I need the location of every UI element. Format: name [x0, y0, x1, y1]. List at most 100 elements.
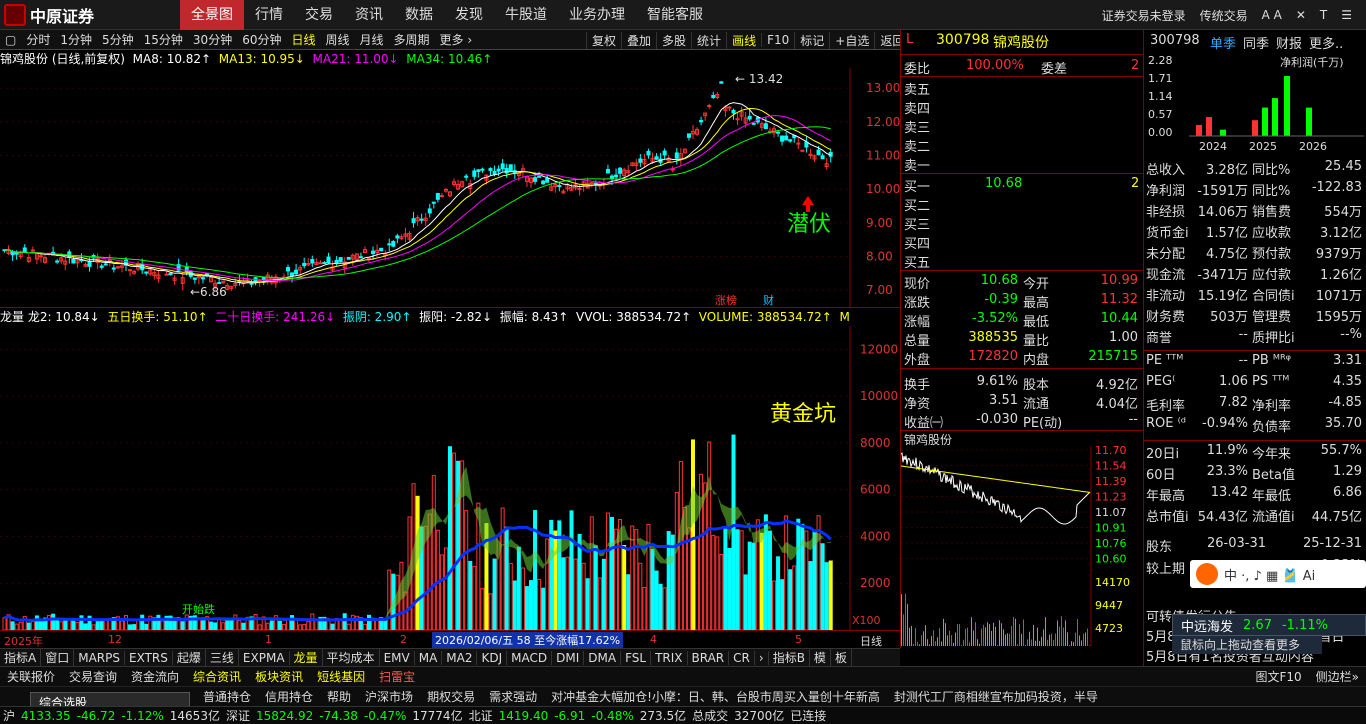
fin-tab-2[interactable]: 财报	[1276, 33, 1302, 52]
period-10[interactable]: 更多 ›	[435, 31, 478, 48]
fin-tab-0[interactable]: 单季	[1210, 33, 1236, 52]
indicator-19[interactable]: CR	[729, 650, 755, 665]
indicator-16[interactable]: FSL	[621, 650, 652, 665]
volume-bar	[47, 614, 52, 630]
quick-item-4[interactable]: 期权交易	[420, 688, 482, 705]
nav-tab-8[interactable]: 智能客服	[636, 0, 714, 30]
quick-item-3[interactable]: 沪深市场	[358, 688, 420, 705]
nav-tab-3[interactable]: 资讯	[344, 0, 394, 30]
nav-tab-6[interactable]: 牛股道	[494, 0, 558, 30]
indicator-23[interactable]: 板	[831, 649, 852, 666]
quick-item-2[interactable]: 帮助	[320, 688, 358, 705]
chart-tool-2[interactable]: 多股	[656, 31, 691, 49]
candle-body	[302, 262, 307, 267]
indicator-20[interactable]: ›	[755, 650, 769, 665]
chart-tool-4[interactable]: 画线	[726, 31, 761, 49]
indicator-1[interactable]: 窗口	[41, 649, 75, 666]
indicator-13[interactable]: MACD	[507, 650, 553, 665]
info-right-1[interactable]: 侧边栏»	[1309, 668, 1366, 685]
period-6[interactable]: 日线	[286, 31, 320, 48]
fin-val2-413-3: 44.75亿	[1311, 510, 1362, 525]
top-right-item-1[interactable]: 传统交易	[1200, 7, 1248, 24]
candle-body	[217, 282, 222, 285]
collapse-icon[interactable]: ▢	[0, 33, 21, 47]
info-right-0[interactable]: 图文F10	[1248, 668, 1308, 685]
info-tab-5[interactable]: 短线基因	[310, 668, 372, 685]
chart-tool-0[interactable]: 复权	[586, 31, 621, 49]
quick-item-1[interactable]: 信用持仓	[258, 688, 320, 705]
stock-ticker-popup[interactable]: 中远海发 2.67 -1.11%	[1172, 614, 1366, 636]
chart-tool-6[interactable]: 标记	[794, 31, 829, 49]
fin-key2-413-1: Beta值	[1252, 468, 1295, 483]
indicator-4[interactable]: 起爆	[173, 649, 206, 666]
nav-tab-2[interactable]: 交易	[294, 0, 344, 30]
indicator-22[interactable]: 模	[810, 649, 831, 666]
indicator-8[interactable]: 平均成本	[323, 649, 380, 666]
weicha-value: 2	[1131, 58, 1140, 73]
quick-item-7[interactable]: 封测代工厂商相继宣布加码投资，半导	[887, 688, 1105, 705]
indicator-11[interactable]: MA2	[442, 650, 478, 665]
info-tab-2[interactable]: 资金流向	[124, 668, 186, 685]
indicator-21[interactable]: 指标B	[769, 649, 810, 666]
quick-item-5[interactable]: 需求强动	[482, 688, 544, 705]
top-right-item-5[interactable]: ☰	[1341, 8, 1352, 22]
top-right-item-0[interactable]: 证券交易未登录	[1102, 7, 1186, 24]
period-2[interactable]: 5分钟	[97, 31, 139, 48]
fin-tab-1[interactable]: 同季	[1243, 33, 1269, 52]
nav-tab-7[interactable]: 业务办理	[558, 0, 636, 30]
nav-tab-4[interactable]: 数据	[394, 0, 444, 30]
quick-item-0[interactable]: 普通持仓	[196, 688, 258, 705]
info-tab-4[interactable]: 板块资讯	[248, 668, 310, 685]
period-5[interactable]: 60分钟	[237, 31, 286, 48]
indicator-2[interactable]: MARPS	[74, 650, 125, 665]
info-tab-1[interactable]: 交易查询	[62, 668, 124, 685]
kline-chart[interactable]: 13.00 12.00 11.00 10.00 9.00 8.00 7.00 ← 13.42 ←…	[0, 68, 900, 307]
indicator-6[interactable]: EXPMA	[239, 650, 290, 665]
indicator-5[interactable]: 三线	[206, 649, 239, 666]
info-tab-6[interactable]: 扫雷宝	[372, 668, 422, 685]
indicator-10[interactable]: MA	[415, 650, 443, 665]
intraday-vol-bar	[901, 594, 902, 646]
volume-chart[interactable]: 12000 10000 8000 6000 4000 2000 黄金坑开始跌 X100	[0, 326, 900, 630]
indicator-0[interactable]: 指标A	[0, 649, 42, 666]
zhangbang-marker[interactable]: 涨榜	[715, 293, 737, 307]
volume-bar	[808, 561, 813, 630]
period-9[interactable]: 多周期	[389, 31, 435, 48]
nav-tab-0[interactable]: 全景图	[180, 0, 244, 30]
period-1[interactable]: 1分钟	[55, 31, 97, 48]
indicator-9[interactable]: EMV	[380, 650, 415, 665]
indicator-15[interactable]: DMA	[584, 650, 622, 665]
top-right-item-3[interactable]: ✕	[1296, 8, 1306, 22]
high-label: ← 13.42	[735, 72, 783, 86]
top-right-item-2[interactable]: A A	[1262, 8, 1282, 22]
cai-marker[interactable]: 财	[763, 293, 774, 307]
indicator-14[interactable]: DMI	[552, 650, 585, 665]
chart-tool-5[interactable]: F10	[761, 33, 794, 47]
indicator-3[interactable]: EXTRS	[125, 650, 173, 665]
period-4[interactable]: 30分钟	[188, 31, 237, 48]
indicator-18[interactable]: BRAR	[688, 650, 730, 665]
chart-tool-7[interactable]: +自选	[829, 31, 874, 49]
quick-item-6[interactable]: 对冲基金大幅加仓!小摩：日、韩、台股市周买入量创十年新高	[544, 688, 887, 705]
indicator-7[interactable]: 龙量	[290, 649, 323, 666]
status-item-4: 14653亿	[169, 709, 220, 723]
info-tab-3[interactable]: 综合资讯	[186, 668, 248, 685]
indicator-17[interactable]: TRIX	[651, 650, 688, 665]
period-8[interactable]: 月线	[355, 31, 389, 48]
period-7[interactable]: 周线	[321, 31, 355, 48]
period-0[interactable]: 分时	[21, 31, 55, 48]
fin-tab-3[interactable]: 更多..	[1309, 33, 1343, 52]
chart-tool-3[interactable]: 统计	[691, 31, 726, 49]
nav-tab-5[interactable]: 发现	[444, 0, 494, 30]
intraday-chart[interactable]: 11.70 11.54 11.39 11.23 11.07 10.91 10.76 10.60…	[901, 446, 1143, 646]
app-logo[interactable]: 中原证券	[4, 3, 124, 27]
chart-tool-1[interactable]: 叠加	[621, 31, 656, 49]
period-label[interactable]: 日线	[860, 633, 882, 649]
candle-body	[164, 273, 169, 276]
nav-tab-1[interactable]: 行情	[244, 0, 294, 30]
info-tab-0[interactable]: 关联报价	[0, 668, 62, 685]
period-3[interactable]: 15分钟	[139, 31, 188, 48]
top-right-item-4[interactable]: T	[1320, 8, 1327, 22]
ime-toolbar[interactable]: 中 ·, ♪ ▦ 🎽 Ai	[1190, 560, 1366, 588]
indicator-12[interactable]: KDJ	[477, 650, 508, 665]
